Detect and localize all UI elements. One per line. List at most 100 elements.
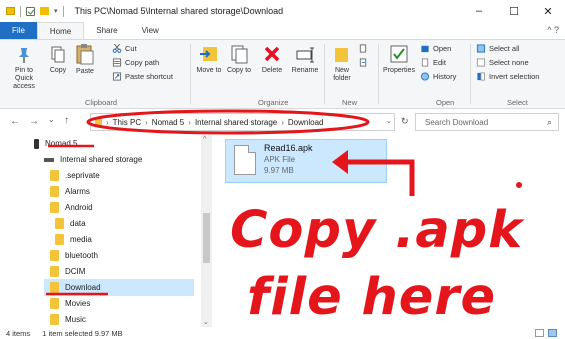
close-button[interactable]: ✕ xyxy=(531,0,565,22)
move-to-button[interactable]: Move to xyxy=(196,44,222,75)
rename-button[interactable]: Rename xyxy=(290,44,320,75)
move-to-label: Move to xyxy=(196,67,222,74)
copy-to-icon xyxy=(231,45,248,64)
cut-button[interactable]: Cut xyxy=(112,44,137,53)
open-icon xyxy=(421,45,429,53)
delete-label: Delete xyxy=(261,67,283,74)
nav-label: Alarms xyxy=(65,187,90,196)
breadcrumb-this-pc[interactable]: This PC xyxy=(113,118,141,127)
scrollbar-thumb[interactable] xyxy=(203,213,210,263)
refresh-icon[interactable]: ↻ xyxy=(401,116,409,127)
group-label-select: Select xyxy=(507,98,528,107)
select-none-button[interactable]: Select none xyxy=(476,58,529,67)
status-item-count: 4 items xyxy=(6,328,31,338)
nav-item-download[interactable]: Download xyxy=(44,279,194,296)
ribbon: Pin to Quick access Copy Paste Cut Copy … xyxy=(0,39,565,109)
folder-icon xyxy=(50,282,59,293)
invert-selection-label: Invert selection xyxy=(489,72,540,81)
annotation-text: file here xyxy=(247,268,497,327)
folder-icon xyxy=(55,234,64,245)
forward-arrow-icon[interactable]: → xyxy=(29,116,39,127)
folder-icon xyxy=(50,170,59,181)
file-name: Read16.apk xyxy=(264,143,313,153)
address-dropdown-icon[interactable]: ⌄ xyxy=(386,117,392,125)
copy-icon xyxy=(51,46,65,63)
rename-label: Rename xyxy=(291,67,319,74)
nav-item-folder[interactable]: bluetooth xyxy=(50,247,190,264)
annotation-dot xyxy=(516,182,522,188)
properties-label: Properties xyxy=(383,67,415,74)
up-arrow-icon[interactable]: ↑ xyxy=(64,115,69,126)
history-label: History xyxy=(433,72,457,81)
new-folder-button[interactable]: New folder xyxy=(330,44,354,83)
group-label-open: Open xyxy=(436,98,455,107)
copy-path-button[interactable]: Copy path xyxy=(112,58,159,67)
nav-label: Internal shared storage xyxy=(60,155,143,164)
tab-share[interactable]: Share xyxy=(84,22,129,39)
folder-icon xyxy=(50,314,59,325)
nav-item-folder[interactable]: Alarms xyxy=(50,183,190,200)
new-item-button[interactable] xyxy=(358,44,371,53)
tab-home[interactable]: Home xyxy=(36,22,85,39)
breadcrumb-internal-storage[interactable]: Internal shared storage xyxy=(195,118,277,127)
status-bar: 4 items 1 item selected 9.97 MB xyxy=(0,327,565,339)
file-item[interactable]: Read16.apk APK File 9.97 MB xyxy=(225,139,387,183)
file-size: 9.97 MB xyxy=(264,166,294,175)
search-placeholder: Search Download xyxy=(425,117,489,127)
divider xyxy=(62,5,64,17)
quick-access-dropdown-icon[interactable]: ▾ xyxy=(54,7,58,15)
back-arrow-icon[interactable]: ← xyxy=(10,116,20,127)
nav-item-folder[interactable]: data xyxy=(55,215,190,232)
easy-access-button[interactable] xyxy=(358,58,371,67)
tab-file[interactable]: File xyxy=(0,22,37,39)
properties-icon xyxy=(390,45,408,63)
breadcrumb-download[interactable]: Download xyxy=(288,118,324,127)
invert-selection-button[interactable]: Invert selection xyxy=(476,72,539,81)
select-all-button[interactable]: Select all xyxy=(476,44,519,53)
nav-label: bluetooth xyxy=(65,251,98,260)
large-icons-view-icon[interactable] xyxy=(548,329,557,337)
cut-label: Cut xyxy=(125,44,137,53)
select-none-icon xyxy=(476,58,486,67)
nav-item-internal-storage[interactable]: Internal shared storage xyxy=(44,151,194,168)
easy-access-icon xyxy=(359,58,367,67)
copy-button[interactable]: Copy xyxy=(46,46,70,75)
paste-shortcut-button[interactable]: Paste shortcut xyxy=(112,72,173,81)
paste-shortcut-icon xyxy=(112,72,122,81)
new-folder-quick-icon[interactable] xyxy=(40,7,49,15)
minimize-button[interactable]: – xyxy=(462,0,496,22)
nav-item-folder[interactable]: Music xyxy=(50,311,190,328)
ribbon-help-icon[interactable]: ^ ? xyxy=(547,25,559,35)
maximize-button[interactable]: ☐ xyxy=(497,0,531,22)
pin-to-quick-access-button[interactable]: Pin to Quick access xyxy=(6,46,42,91)
nav-item-folder[interactable]: media xyxy=(55,231,190,248)
scroll-down-icon[interactable]: ⌄ xyxy=(203,318,209,326)
delete-button[interactable]: Delete xyxy=(258,44,286,75)
search-icon: ⌕ xyxy=(546,117,552,127)
properties-quick-icon[interactable] xyxy=(26,6,35,16)
select-all-icon xyxy=(476,44,486,53)
nav-item-folder[interactable]: Android xyxy=(50,199,190,216)
address-bar[interactable]: › This PC › Nomad 5 › Internal shared st… xyxy=(90,113,395,131)
breadcrumb-nomad-5[interactable]: Nomad 5 xyxy=(152,118,184,127)
search-input[interactable]: Search Download ⌕ xyxy=(415,113,559,131)
breadcrumb-separator: › xyxy=(145,117,148,127)
nav-item-folder[interactable]: DCIM xyxy=(50,263,190,280)
nav-scrollbar[interactable]: ^ ⌄ xyxy=(201,135,212,327)
copy-to-button[interactable]: Copy to xyxy=(226,44,252,75)
nav-item-nomad-5[interactable]: Nomad 5 xyxy=(34,135,194,152)
copy-label: Copy xyxy=(49,67,67,74)
history-button[interactable]: History xyxy=(420,72,456,81)
nav-item-folder[interactable]: .seprivate xyxy=(50,167,190,184)
recent-locations-icon[interactable]: ⌄ xyxy=(48,115,55,124)
properties-button[interactable]: Properties xyxy=(382,44,416,75)
details-view-icon[interactable] xyxy=(535,329,544,337)
paste-button[interactable]: Paste xyxy=(72,43,98,76)
folder-icon xyxy=(55,218,64,229)
nav-label: media xyxy=(70,235,92,244)
tab-view[interactable]: View xyxy=(130,22,171,39)
open-button[interactable]: Open xyxy=(420,44,451,53)
scroll-up-icon[interactable]: ^ xyxy=(203,136,206,143)
edit-button[interactable]: Edit xyxy=(420,58,446,67)
nav-item-folder[interactable]: Movies xyxy=(50,295,190,312)
